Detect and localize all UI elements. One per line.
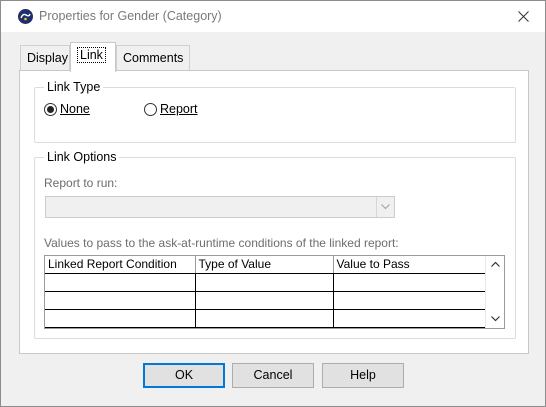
radio-report-label: Report	[160, 102, 198, 116]
tab-comments-label: Comments	[123, 51, 184, 65]
grid-cell[interactable]	[195, 273, 334, 292]
column-header[interactable]: Value to Pass	[333, 256, 486, 274]
column-header[interactable]: Linked Report Condition	[45, 256, 196, 274]
ok-button-label: OK	[174, 368, 194, 382]
grid-cell[interactable]	[45, 273, 196, 292]
vertical-scrollbar[interactable]	[485, 256, 504, 328]
tab-comments[interactable]: Comments	[116, 45, 190, 70]
radio-none[interactable]: None	[44, 102, 90, 116]
tab-display-label: Display	[27, 51, 68, 65]
table-row[interactable]	[45, 273, 486, 292]
conditions-table: Linked Report Condition Type of Value Va…	[45, 256, 486, 328]
close-button[interactable]	[501, 1, 545, 32]
close-icon	[518, 11, 529, 22]
radio-none-circle[interactable]	[44, 102, 57, 116]
link-tab-panel: Link Type None Report Link Options Repor…	[19, 70, 529, 354]
grid-cell[interactable]	[195, 309, 334, 328]
report-to-run-combo[interactable]	[45, 196, 395, 218]
values-to-pass-label: Values to pass to the ask-at-runtime con…	[44, 236, 399, 250]
column-header[interactable]: Type of Value	[195, 256, 334, 274]
combo-dropdown-button[interactable]	[376, 197, 394, 217]
tab-display[interactable]: Display	[20, 45, 70, 70]
cancel-button-label: Cancel	[253, 368, 293, 382]
chevron-down-icon	[381, 204, 390, 210]
link-type-label: Link Type	[44, 80, 104, 94]
cancel-button[interactable]: Cancel	[232, 363, 314, 388]
tab-link-label: Link	[77, 47, 106, 63]
report-to-run-label: Report to run:	[44, 176, 118, 190]
chevron-up-icon[interactable]	[491, 261, 500, 267]
window-title: Properties for Gender (Category)	[39, 9, 222, 23]
help-button[interactable]: Help	[322, 363, 404, 388]
radio-none-label: None	[60, 102, 90, 116]
app-logo-icon	[18, 9, 33, 24]
tab-link[interactable]: Link	[70, 42, 116, 72]
properties-dialog: Properties for Gender (Category) Display…	[0, 0, 546, 407]
chevron-down-icon[interactable]	[491, 316, 500, 322]
table-row[interactable]	[45, 309, 486, 328]
help-button-label: Help	[350, 368, 376, 382]
grid-cell[interactable]	[45, 291, 196, 310]
title-bar: Properties for Gender (Category)	[1, 1, 545, 32]
grid-cell[interactable]	[333, 273, 486, 292]
grid-cell[interactable]	[333, 291, 486, 310]
link-type-group: Link Type None Report	[34, 80, 516, 143]
radio-report[interactable]: Report	[144, 102, 198, 116]
grid-cell[interactable]	[333, 309, 486, 328]
grid-header-row: Linked Report Condition Type of Value Va…	[45, 256, 486, 274]
radio-report-circle[interactable]	[144, 102, 157, 116]
link-options-label: Link Options	[44, 150, 120, 164]
conditions-grid[interactable]: Linked Report Condition Type of Value Va…	[44, 255, 505, 329]
grid-cell[interactable]	[45, 309, 196, 328]
table-row[interactable]	[45, 291, 486, 310]
grid-cell[interactable]	[195, 291, 334, 310]
ok-button[interactable]: OK	[143, 363, 225, 388]
